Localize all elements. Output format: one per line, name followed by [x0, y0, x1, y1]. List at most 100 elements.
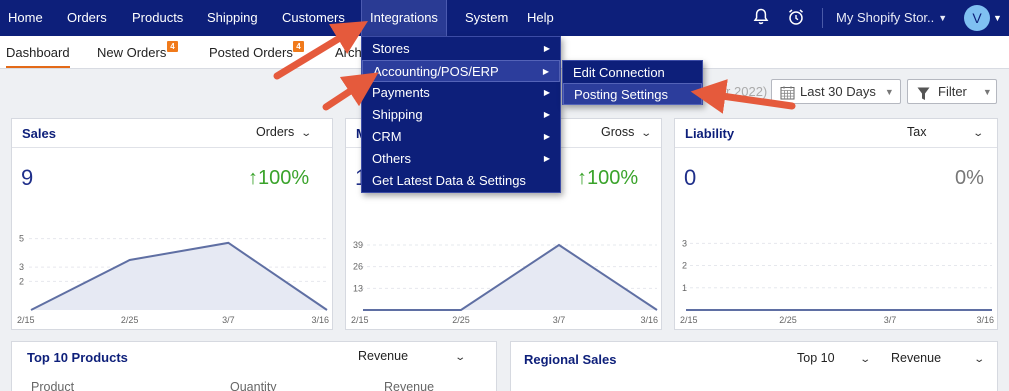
liability-value: 0 [684, 165, 697, 190]
revenue-change: ↑100% [577, 167, 638, 190]
caret-down-icon: ▼ [982, 87, 992, 97]
chevron-down-icon: ⌄ [973, 354, 986, 365]
filter-label: Filter [938, 84, 967, 99]
card-title: Top 10 Products [27, 350, 128, 365]
nav-home[interactable]: Home [8, 0, 43, 36]
menu-item-get-latest[interactable]: Get Latest Data & Settings [362, 170, 560, 192]
menu-item-accounting[interactable]: Accounting/POS/ERP ▶ [362, 60, 560, 82]
nav-integrations[interactable]: Integrations [361, 0, 447, 36]
nav-help[interactable]: Help [527, 0, 554, 36]
chevron-down-icon: ⌄ [972, 128, 985, 139]
y-tick-label: 2 [682, 261, 687, 271]
metric-select[interactable]: Gross ⌄ [601, 125, 652, 139]
chevron-down-icon: ⌄ [300, 128, 313, 139]
sales-chart: 5 3 2 2/15 2/25 3/7 3/16 [11, 225, 333, 330]
store-selector-label: My Shopify Stor.. [836, 10, 935, 25]
y-tick-label: 2 [19, 276, 24, 286]
metric-select[interactable]: Revenue ⌄ [358, 349, 467, 363]
avatar[interactable]: V [964, 5, 990, 31]
annotation-arrow-accounting [322, 72, 379, 111]
card-title: Liability [685, 126, 735, 141]
alarm-clock-icon[interactable] [786, 8, 806, 28]
metric-select[interactable]: Revenue ⌄ [891, 351, 986, 365]
submenu-posting-settings[interactable]: Posting Settings [563, 83, 702, 105]
filter-button[interactable]: Filter ▼ [907, 79, 997, 104]
series-area [31, 242, 327, 310]
calendar-icon [780, 84, 795, 107]
x-tick-label: 2/25 [121, 315, 139, 325]
new-orders-badge: 4 [167, 41, 178, 52]
menu-item-stores[interactable]: Stores ▶ [362, 38, 560, 60]
regional-sales-card: Regional Sales Top 10 ⌄ Revenue ⌄ [510, 341, 998, 391]
revenue-chart: 39 26 13 2/15 2/25 3/7 3/16 [345, 225, 662, 330]
avatar-caret-icon[interactable]: ▼ [993, 1, 1002, 37]
chart-svg: 39 26 13 2/15 2/25 3/7 3/16 [351, 240, 658, 325]
card-header: Sales Orders ⌄ [12, 119, 332, 148]
arrow-up-icon: ↑ [577, 167, 587, 189]
period-select[interactable]: Last 30 Days ▼ [771, 79, 901, 104]
x-tick-label: 2/25 [452, 315, 470, 325]
chevron-right-icon: ▶ [542, 67, 549, 76]
metric-select[interactable]: Orders ⌄ [256, 125, 313, 139]
nav-orders[interactable]: Orders [67, 0, 107, 36]
menu-item-label: Accounting/POS/ERP [373, 64, 499, 79]
chevron-right-icon: ▶ [543, 110, 550, 119]
y-tick-label: 5 [19, 234, 24, 244]
x-tick-label: 3/7 [884, 315, 897, 325]
menu-item-others[interactable]: Others ▶ [362, 148, 560, 170]
period-select-label: Last 30 Days [800, 84, 876, 99]
nav-shipping[interactable]: Shipping [207, 0, 258, 36]
metric-label: Gross [601, 125, 635, 139]
card-header: Liability Tax ⌄ [675, 119, 997, 148]
metric-label: Revenue [358, 349, 409, 363]
top-n-select[interactable]: Top 10 ⌄ [797, 351, 871, 365]
nav-products[interactable]: Products [132, 0, 183, 36]
x-tick-label: 3/16 [640, 315, 658, 325]
menu-item-label: Payments [372, 85, 430, 100]
x-tick-label: 3/7 [553, 315, 566, 325]
y-tick-label: 13 [353, 283, 363, 293]
x-tick-label: 3/16 [976, 315, 994, 325]
integrations-menu: Stores ▶ Accounting/POS/ERP ▶ Payments ▶ Sh… [361, 36, 561, 193]
metric-label: Revenue [891, 351, 942, 365]
date-range-text: Mar 2022) [708, 84, 768, 99]
top-products-card: Top 10 Products Revenue ⌄ Product Quantit… [11, 341, 497, 391]
x-tick-label: 2/15 [680, 315, 698, 325]
submenu-edit-connection[interactable]: Edit Connection [563, 62, 702, 84]
accounting-submenu: Edit Connection Posting Settings [562, 60, 703, 105]
menu-item-label: CRM [372, 129, 402, 144]
nav-separator [822, 8, 823, 28]
top-n-label: Top 10 [797, 351, 835, 365]
revenue-change-value: 100% [587, 167, 639, 189]
card-title: Sales [22, 126, 56, 141]
chevron-down-icon: ⌄ [454, 352, 467, 363]
y-tick-label: 26 [353, 262, 363, 272]
tab-archived[interactable]: Arch [335, 45, 362, 60]
tab-dashboard[interactable]: Dashboard [6, 45, 70, 68]
y-tick-label: 1 [682, 283, 687, 293]
sales-value: 9 [21, 165, 34, 190]
metric-select[interactable]: Tax ⌄ [907, 125, 985, 139]
menu-item-payments[interactable]: Payments ▶ [362, 82, 560, 104]
x-tick-label: 2/25 [779, 315, 797, 325]
tab-new-orders[interactable]: New Orders [97, 45, 166, 60]
menu-item-label: Shipping [372, 107, 423, 122]
column-header-product: Product [31, 380, 75, 391]
x-tick-label: 2/15 [351, 315, 369, 325]
y-tick-label: 3 [682, 238, 687, 248]
menu-item-crm[interactable]: CRM ▶ [362, 126, 560, 148]
tab-posted-orders[interactable]: Posted Orders [209, 45, 293, 60]
chart-svg: 5 3 2 2/15 2/25 3/7 3/16 [17, 234, 329, 325]
metric-label: Orders [256, 125, 295, 139]
sales-change: ↑100% [248, 167, 309, 190]
y-tick-label: 3 [19, 262, 24, 272]
store-selector[interactable]: My Shopify Stor.. ▼ [836, 0, 947, 36]
nav-system[interactable]: System [465, 0, 508, 36]
menu-item-label: Others [372, 151, 412, 166]
bell-icon[interactable] [751, 8, 771, 28]
sales-change-value: 100% [258, 167, 310, 189]
menu-item-shipping[interactable]: Shipping ▶ [362, 104, 560, 126]
nav-customers[interactable]: Customers [282, 0, 345, 36]
liability-chart: 3 2 1 2/15 2/25 3/7 3/16 [674, 225, 998, 330]
chevron-down-icon: ⌄ [858, 354, 871, 365]
